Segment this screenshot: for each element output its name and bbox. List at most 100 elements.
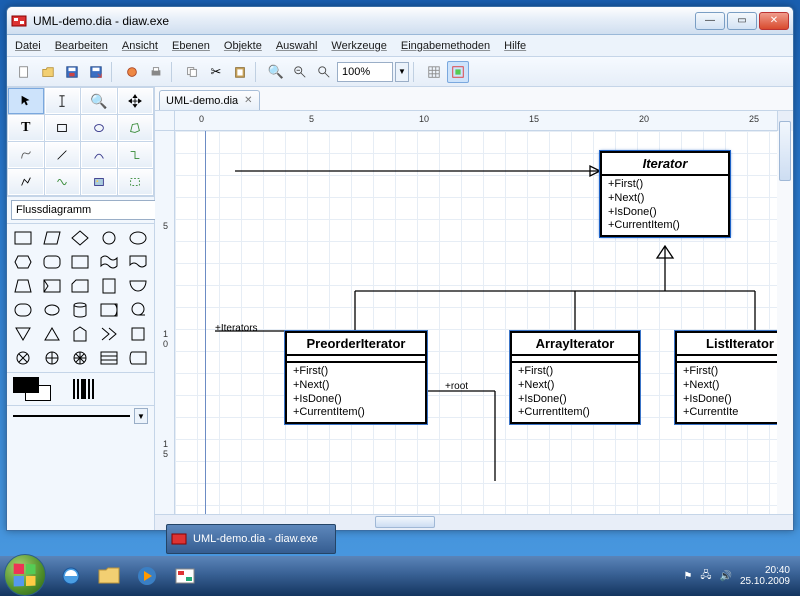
menu-objekte[interactable]: Objekte — [224, 40, 262, 52]
vertical-ruler[interactable]: 5 1 0 1 5 — [155, 131, 175, 514]
menu-bearbeiten[interactable]: Bearbeiten — [55, 40, 108, 52]
tool-arc[interactable] — [81, 142, 117, 168]
open-button[interactable] — [37, 61, 59, 83]
taskbar-explorer-icon[interactable] — [91, 561, 127, 591]
uml-class-iterator[interactable]: Iterator +First() +Next() +IsDone() +Cur… — [600, 151, 730, 237]
shape-halfcircle[interactable] — [123, 274, 152, 298]
tool-zigzag[interactable] — [118, 142, 154, 168]
tool-image[interactable] — [81, 169, 117, 195]
tool-polyline[interactable] — [8, 169, 44, 195]
taskbar-media-icon[interactable] — [129, 561, 165, 591]
horizontal-ruler[interactable]: 0 5 10 15 20 25 — [175, 111, 777, 131]
label-root[interactable]: +root — [445, 381, 468, 393]
tool-text-cursor[interactable] — [45, 88, 81, 114]
new-button[interactable] — [13, 61, 35, 83]
zoom-dropdown[interactable]: ▼ — [395, 62, 409, 82]
shape-tri[interactable] — [9, 322, 38, 346]
maximize-button[interactable]: ▭ — [727, 12, 757, 30]
zoomout-button[interactable] — [289, 61, 311, 83]
tool-move[interactable] — [118, 88, 154, 114]
tab-uml-demo[interactable]: UML-demo.dia ✕ — [159, 90, 260, 110]
shape-ellipse2[interactable] — [123, 226, 152, 250]
shape-tape[interactable] — [123, 298, 152, 322]
shape-house[interactable] — [66, 322, 95, 346]
shape-decision[interactable] — [66, 226, 95, 250]
zoomfit-button[interactable] — [313, 61, 335, 83]
tool-beziergon[interactable] — [45, 169, 81, 195]
print-button[interactable] — [145, 61, 167, 83]
shape-doc[interactable] — [123, 250, 152, 274]
shape-parallelogram[interactable] — [38, 226, 67, 250]
shape-connector[interactable] — [95, 226, 124, 250]
close-button[interactable]: ✕ — [759, 12, 789, 30]
save-button[interactable] — [61, 61, 83, 83]
line-pattern-swatch[interactable] — [63, 377, 103, 401]
menu-datei[interactable]: Datei — [15, 40, 41, 52]
tool-bezier[interactable] — [8, 142, 44, 168]
shape-starcircle[interactable] — [66, 346, 95, 370]
tray-network-icon[interactable]: 🖧 — [700, 568, 711, 585]
minimize-button[interactable]: — — [695, 12, 725, 30]
taskbar-app-dia[interactable]: UML-demo.dia - diaw.exe — [166, 524, 336, 554]
start-button[interactable] — [4, 554, 46, 596]
tool-pointer[interactable] — [8, 88, 44, 114]
shape-drum[interactable] — [95, 298, 124, 322]
tool-text[interactable]: T — [8, 115, 44, 141]
shape-category-input[interactable] — [11, 200, 163, 220]
uml-class-array[interactable]: ArrayIterator +First() +Next() +IsDone()… — [510, 331, 640, 424]
paste-button[interactable] — [229, 61, 251, 83]
shape-rect3[interactable] — [95, 274, 124, 298]
export-button[interactable] — [121, 61, 143, 83]
tool-zoom[interactable]: 🔍 — [81, 88, 117, 114]
shape-lens[interactable] — [38, 298, 67, 322]
tool-box[interactable] — [45, 115, 81, 141]
shape-xcircle[interactable] — [9, 346, 38, 370]
shape-cyl[interactable] — [66, 298, 95, 322]
shape-pluscircle[interactable] — [38, 346, 67, 370]
shape-wave[interactable] — [95, 250, 124, 274]
shape-rect2[interactable] — [66, 250, 95, 274]
label-iterators[interactable]: +Iterators — [215, 323, 258, 335]
zoomin-button[interactable]: 🔍 — [265, 61, 287, 83]
shape-hexagon[interactable] — [9, 250, 38, 274]
snap-grid-button[interactable] — [423, 61, 445, 83]
tool-polygon[interactable] — [118, 115, 154, 141]
tool-ellipse[interactable] — [81, 115, 117, 141]
shape-tri2[interactable] — [38, 322, 67, 346]
shape-trap[interactable] — [9, 274, 38, 298]
tray-flag-icon[interactable]: ⚑ — [683, 571, 692, 582]
uml-class-preorder[interactable]: PreorderIterator +First() +Next() +IsDon… — [285, 331, 427, 424]
titlebar[interactable]: UML-demo.dia - diaw.exe — ▭ ✕ — [7, 7, 793, 35]
tab-close-icon[interactable]: ✕ — [244, 95, 252, 106]
shape-chevr[interactable] — [95, 322, 124, 346]
copy-button[interactable] — [181, 61, 203, 83]
tool-outline[interactable] — [118, 169, 154, 195]
fg-bg-swatch[interactable] — [13, 377, 51, 401]
zoom-input[interactable]: 100% — [337, 62, 393, 82]
snap-object-button[interactable] — [447, 61, 469, 83]
tray-volume-icon[interactable]: 🔊 — [719, 571, 731, 582]
menu-auswahl[interactable]: Auswahl — [276, 40, 318, 52]
line-style-selector[interactable]: ▼ — [7, 405, 154, 426]
shape-db2[interactable] — [123, 346, 152, 370]
menu-hilfe[interactable]: Hilfe — [504, 40, 526, 52]
shape-list[interactable] — [95, 346, 124, 370]
taskbar-dia-icon[interactable] — [167, 561, 203, 591]
cut-button[interactable]: ✂ — [205, 61, 227, 83]
shape-process[interactable] — [9, 226, 38, 250]
shape-roundrect[interactable] — [38, 250, 67, 274]
saveas-button[interactable] — [85, 61, 107, 83]
shape-stadium[interactable] — [9, 298, 38, 322]
tray-clock[interactable]: 20:40 25.10.2009 — [740, 565, 790, 587]
menu-werkzeuge[interactable]: Werkzeuge — [331, 40, 386, 52]
diagram-canvas[interactable]: +Iterators +root Iterator +First() +Next… — [175, 131, 777, 514]
shape-square[interactable] — [123, 322, 152, 346]
uml-class-list[interactable]: ListIterator +First() +Next() +IsDone() … — [675, 331, 777, 424]
menu-ansicht[interactable]: Ansicht — [122, 40, 158, 52]
shape-card[interactable] — [66, 274, 95, 298]
shape-pentagon[interactable] — [38, 274, 67, 298]
vertical-scrollbar[interactable] — [777, 111, 793, 131]
menu-eingabemethoden[interactable]: Eingabemethoden — [401, 40, 490, 52]
menu-ebenen[interactable]: Ebenen — [172, 40, 210, 52]
taskbar-ie-icon[interactable] — [53, 561, 89, 591]
